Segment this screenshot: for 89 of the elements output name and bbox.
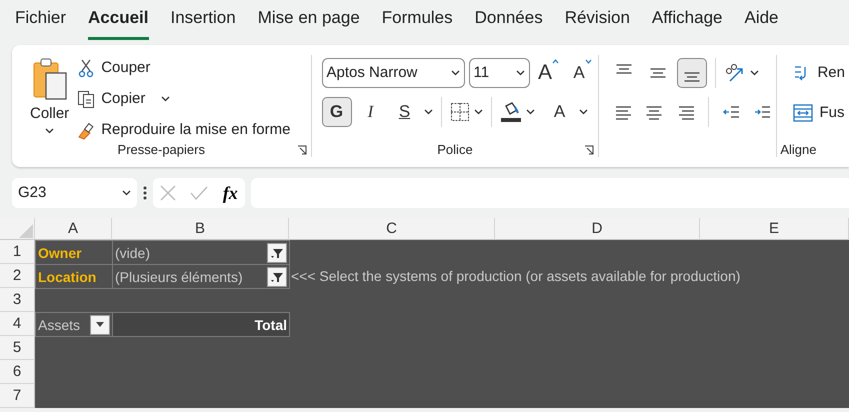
increase-font-button[interactable]: A (534, 58, 564, 88)
align-lines-icon (614, 104, 632, 120)
merge-cells-icon (793, 104, 814, 122)
name-box[interactable]: G23 (12, 178, 137, 208)
dialog-launcher-icon[interactable] (584, 145, 594, 155)
paste-button[interactable]: Coller (26, 55, 74, 143)
group-label: Aligne (780, 143, 816, 157)
row-header[interactable]: 4 (0, 312, 35, 336)
merge-button[interactable]: Fus (789, 93, 848, 133)
row-header[interactable]: 1 (0, 240, 35, 264)
fill-color-icon (500, 101, 522, 123)
caret-icon (474, 109, 482, 115)
close-icon (160, 185, 176, 201)
menu-tab[interactable]: Mise en page (258, 4, 360, 40)
filter-field[interactable]: (vide) (112, 240, 290, 265)
indent-icon (722, 104, 740, 120)
insert-function-button[interactable]: fx (222, 180, 238, 206)
filter-icon (270, 270, 284, 282)
menu-tab[interactable]: Accueil (88, 4, 148, 40)
font-name-dropdown[interactable]: Aptos Narrow (322, 58, 464, 88)
menu-tab[interactable]: Révision (564, 4, 630, 40)
underline-button[interactable]: S (390, 97, 420, 127)
filter-field[interactable]: (Plusieurs éléments) (112, 264, 290, 289)
caret-icon (578, 109, 588, 115)
dropdown-button[interactable] (90, 314, 110, 334)
column-header[interactable]: A (35, 218, 112, 240)
instruction-text: <<< Select the systems of production (or assets available for production) (290, 267, 742, 286)
column-header[interactable]: E (700, 218, 849, 240)
filter-button[interactable] (267, 242, 287, 262)
column-header[interactable]: D (495, 218, 700, 240)
field-label: Location (35, 264, 113, 289)
column-label: Assets (38, 316, 80, 334)
caret-icon (526, 109, 534, 115)
caret-icon (161, 96, 170, 102)
check-icon (190, 186, 208, 200)
align-lines-icon (650, 68, 667, 78)
menu-tab[interactable]: Insertion (170, 4, 236, 40)
filter-icon (270, 246, 284, 258)
group-label: Police (436, 143, 474, 157)
copy-button[interactable]: Copier (73, 86, 294, 112)
caret-icon (122, 190, 131, 196)
align-lines-icon (678, 104, 695, 120)
font-size-dropdown[interactable]: 11 (468, 58, 530, 88)
caret-icon (96, 322, 104, 327)
field-label: Owner (35, 240, 113, 265)
cut-button[interactable]: Couper (73, 55, 294, 81)
format-painter-button[interactable]: Reproduire la mise en forme (73, 117, 294, 143)
copy-icon (77, 90, 96, 108)
row-header[interactable]: 7 (0, 384, 35, 408)
font-color-button[interactable]: A (544, 97, 574, 127)
italic-button[interactable]: I (356, 97, 386, 127)
align-lines-icon (616, 64, 633, 74)
down-caret-icon (584, 59, 592, 64)
total-header: Total (112, 312, 290, 337)
caret-icon (516, 70, 524, 76)
menu-tab[interactable]: Fichier (15, 4, 66, 40)
menu-tab[interactable]: Données (474, 4, 543, 40)
clipboard-icon (32, 57, 68, 101)
filter-value: (vide) (115, 244, 150, 263)
menu-tab[interactable]: Aide (744, 4, 779, 40)
up-caret-icon (552, 59, 559, 64)
indent-icon (754, 104, 772, 120)
borders-icon (450, 102, 470, 122)
menu-tab[interactable]: Formules (382, 4, 453, 40)
bold-button[interactable]: G (322, 97, 352, 127)
paintbrush-icon (77, 120, 96, 140)
align-lines-icon (646, 104, 664, 120)
row-header[interactable]: 3 (0, 288, 35, 312)
more-options-icon (143, 186, 147, 200)
caret-icon (45, 128, 54, 134)
column-header[interactable]: B (112, 218, 289, 240)
caret-icon (750, 70, 760, 76)
decrease-font-button[interactable]: A (568, 58, 598, 88)
filter-button[interactable] (267, 266, 287, 286)
align-lines-icon (684, 72, 701, 82)
row-header[interactable]: 2 (0, 264, 35, 288)
column-header[interactable]: C (289, 218, 495, 240)
wrap-text-button[interactable]: Ren (789, 53, 849, 93)
filter-value: (Plusieurs éléments) (115, 268, 243, 287)
caret-icon (424, 109, 432, 115)
row-header[interactable]: 6 (0, 360, 35, 384)
menu-tab[interactable]: Affichage (652, 4, 722, 40)
header-filter-field[interactable]: Assets (35, 312, 113, 337)
row-header[interactable]: 5 (0, 336, 35, 360)
caret-icon (450, 70, 460, 76)
group-label: Presse-papiers (116, 143, 206, 157)
dialog-launcher-icon[interactable] (296, 145, 306, 155)
scissors-icon (77, 58, 96, 78)
bottom-align-button[interactable] (677, 58, 708, 88)
